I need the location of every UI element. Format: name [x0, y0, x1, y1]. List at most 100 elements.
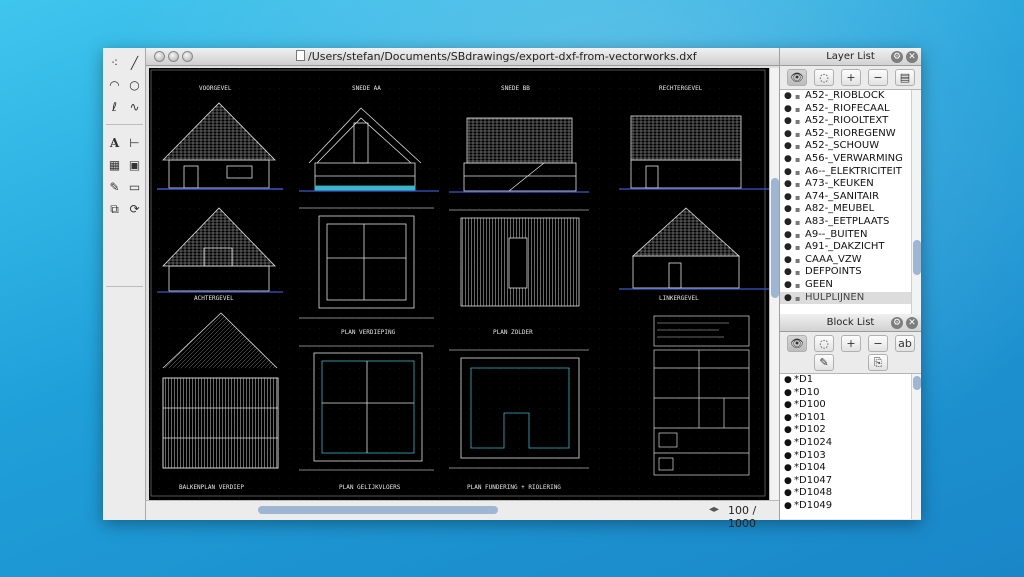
layer-list-titlebar[interactable]: Layer List ⚙ ✕	[780, 48, 921, 66]
lock-icon[interactable]: ▪	[795, 293, 800, 306]
layer-row[interactable]: ● ▪ A52-_RIOBLOCK	[780, 90, 921, 103]
layer-row[interactable]: ● ▪ A82-_MEUBEL	[780, 203, 921, 216]
block-row[interactable]: ● *D1049	[780, 500, 921, 513]
layer-list[interactable]: ● ▪ A52-_RIOBLOCK ● ▪ A52-_RIOFECAAL ● ▪ A52-_RI…	[780, 90, 921, 314]
visibility-eye-icon[interactable]: ●	[784, 178, 792, 191]
block-row[interactable]: ● *D1	[780, 374, 921, 387]
visibility-eye-icon[interactable]: ●	[784, 462, 792, 475]
visibility-eye-icon[interactable]: ●	[784, 191, 792, 204]
visibility-eye-icon[interactable]: ●	[784, 450, 792, 463]
block-row[interactable]: ● *D103	[780, 450, 921, 463]
rename-block-button[interactable]: ab	[895, 335, 915, 352]
visibility-eye-icon[interactable]: ●	[784, 399, 792, 412]
layer-row[interactable]: ● ▪ A52-_SCHOUW	[780, 140, 921, 153]
block-list[interactable]: ● *D1 ● *D10 ● *D100 ● *D101 ● *D102 ● *D1024 ● *D103…	[780, 374, 921, 519]
trim-tool-icon[interactable]: ▭	[125, 178, 144, 197]
block-list-scroll-thumb[interactable]	[913, 376, 921, 390]
panel-close-icon[interactable]: ✕	[906, 317, 918, 329]
block-row[interactable]: ● *D10	[780, 387, 921, 400]
visibility-eye-icon[interactable]: ●	[784, 374, 792, 387]
spline-tool-icon[interactable]: ∿	[125, 98, 144, 117]
vertical-scroll-thumb[interactable]	[771, 178, 779, 298]
hide-all-layers-button[interactable]: ◌	[814, 69, 834, 86]
dimension-tool-icon[interactable]: ⊢	[125, 134, 144, 153]
visibility-eye-icon[interactable]: ●	[784, 153, 792, 166]
block-row[interactable]: ● *D104	[780, 462, 921, 475]
add-block-button[interactable]: +	[841, 335, 861, 352]
remove-layer-button[interactable]: −	[868, 69, 888, 86]
edit-tool-icon[interactable]: ✎	[105, 178, 124, 197]
add-layer-button[interactable]: +	[841, 69, 861, 86]
layer-row[interactable]: ● ▪ GEEN	[780, 279, 921, 292]
visibility-eye-icon[interactable]: ●	[784, 437, 792, 450]
block-row[interactable]: ● *D1024	[780, 437, 921, 450]
layer-row[interactable]: ● ▪ A52-_RIOREGENW	[780, 128, 921, 141]
show-all-blocks-button[interactable]: 👁	[787, 335, 807, 352]
block-tool-icon[interactable]: ⧉	[105, 200, 124, 219]
visibility-eye-icon[interactable]: ●	[784, 487, 792, 500]
edit-layer-button[interactable]: ▤	[895, 69, 915, 86]
circle-tool-icon[interactable]: ○	[125, 76, 144, 95]
text-tool-icon[interactable]: A	[105, 134, 124, 153]
zoom-window-button[interactable]	[182, 51, 193, 62]
visibility-eye-icon[interactable]: ●	[784, 103, 792, 116]
layer-row[interactable]: ● ▪ A52-_RIOFECAAL	[780, 103, 921, 116]
selection-points-icon[interactable]: ⁖	[105, 54, 124, 73]
visibility-eye-icon[interactable]: ●	[784, 266, 792, 279]
layer-row[interactable]: ● ▪ DEFPOINTS	[780, 266, 921, 279]
block-row[interactable]: ● *D1047	[780, 475, 921, 488]
drawing-canvas[interactable]: VOORGEVEL SNEDE AA SNEDE BB RECHTERGEVEL…	[149, 68, 769, 500]
arc-tool-icon[interactable]: ◠	[105, 76, 124, 95]
hide-all-blocks-button[interactable]: ◌	[814, 335, 834, 352]
block-list-scrollbar[interactable]	[911, 374, 921, 519]
minimize-window-button[interactable]	[168, 51, 179, 62]
layer-list-scroll-thumb[interactable]	[913, 240, 921, 275]
visibility-eye-icon[interactable]: ●	[784, 279, 792, 292]
visibility-eye-icon[interactable]: ●	[784, 90, 792, 103]
insert-block-button[interactable]: ⎘	[868, 354, 888, 371]
block-row[interactable]: ● *D101	[780, 412, 921, 425]
show-all-layers-button[interactable]: 👁	[787, 69, 807, 86]
visibility-eye-icon[interactable]: ●	[784, 254, 792, 267]
close-window-button[interactable]	[154, 51, 165, 62]
block-list-titlebar[interactable]: Block List ⚙ ✕	[780, 314, 921, 332]
layer-row[interactable]: ● ▪ A56-_VERWARMING	[780, 153, 921, 166]
visibility-eye-icon[interactable]: ●	[784, 387, 792, 400]
panel-settings-icon[interactable]: ⚙	[891, 317, 903, 329]
horizontal-scrollbar[interactable]: ◂▸ 100 / 1000	[146, 500, 779, 530]
vertical-scrollbar[interactable]	[769, 68, 779, 500]
visibility-eye-icon[interactable]: ●	[784, 241, 792, 254]
layer-list-scrollbar[interactable]	[911, 90, 921, 314]
title-bar[interactable]: /Users/stefan/Documents/SBdrawings/expor…	[146, 48, 779, 66]
visibility-eye-icon[interactable]: ●	[784, 424, 792, 437]
visibility-eye-icon[interactable]: ●	[784, 128, 792, 141]
remove-block-button[interactable]: −	[868, 335, 888, 352]
visibility-eye-icon[interactable]: ●	[784, 115, 792, 128]
layer-row[interactable]: ● ▪ CAAA_VZW	[780, 254, 921, 267]
visibility-eye-icon[interactable]: ●	[784, 140, 792, 153]
image-tool-icon[interactable]: ▣	[125, 156, 144, 175]
visibility-eye-icon[interactable]: ●	[784, 412, 792, 425]
block-row[interactable]: ● *D102	[780, 424, 921, 437]
visibility-eye-icon[interactable]: ●	[784, 229, 792, 242]
hatch-tool-icon[interactable]: ▦	[105, 156, 124, 175]
line-tool-icon[interactable]: ╱	[125, 54, 144, 73]
layer-row[interactable]: ● ▪ A73-_KEUKEN	[780, 178, 921, 191]
visibility-eye-icon[interactable]: ●	[784, 166, 792, 179]
layer-row[interactable]: ● ▪ A91-_DAKZICHT	[780, 241, 921, 254]
layer-row[interactable]: ● ▪ A52-_RIOOLTEXT	[780, 115, 921, 128]
layer-row[interactable]: ● ▪ A9--_BUITEN	[780, 229, 921, 242]
block-row[interactable]: ● *D100	[780, 399, 921, 412]
visibility-eye-icon[interactable]: ●	[784, 203, 792, 216]
visibility-eye-icon[interactable]: ●	[784, 292, 792, 305]
layer-row[interactable]: ● ▪ A6--_ELEKTRICITEIT	[780, 166, 921, 179]
offset-tool-icon[interactable]: ⟳	[125, 200, 144, 219]
horizontal-scroll-thumb[interactable]	[258, 506, 498, 514]
visibility-eye-icon[interactable]: ●	[784, 475, 792, 488]
scroll-arrows-icon[interactable]: ◂▸	[709, 504, 719, 515]
visibility-eye-icon[interactable]: ●	[784, 216, 792, 229]
freehand-tool-icon[interactable]: ℓ	[105, 98, 124, 117]
edit-block-button[interactable]: ✎	[814, 354, 834, 371]
layer-row[interactable]: ● ▪ HULPLIJNEN	[780, 291, 921, 306]
layer-row[interactable]: ● ▪ A83-_EETPLAATS	[780, 216, 921, 229]
